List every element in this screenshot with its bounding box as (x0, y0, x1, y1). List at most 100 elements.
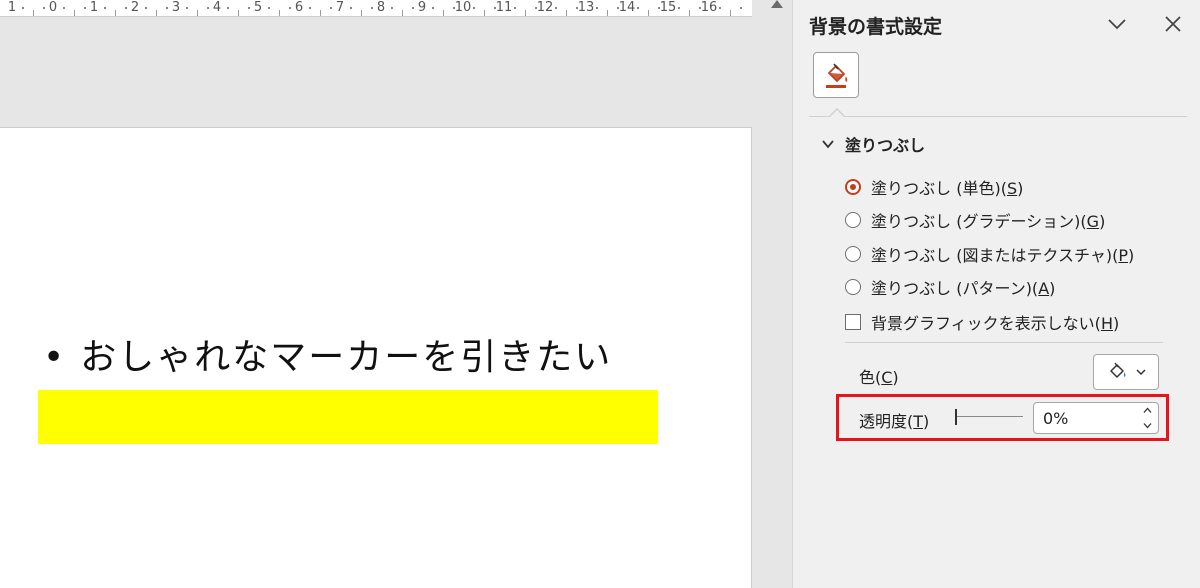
ruler-number: 2 (130, 0, 140, 15)
ruler-tick (596, 7, 598, 9)
ruler-tick (412, 7, 414, 9)
fill-option-picture[interactable]: 塗りつぶし (図またはテクスチャ)(P) (845, 242, 1134, 266)
ruler-tick (514, 7, 516, 9)
ruler-tick (484, 10, 485, 16)
ruler-tick (350, 7, 352, 9)
access-key: S (1006, 179, 1018, 198)
ruler-tick (248, 7, 250, 9)
hide-background-graphics[interactable]: 背景グラフィックを表示しない(H) (845, 310, 1119, 334)
ruler-tick (525, 10, 526, 16)
access-key: A (1038, 279, 1050, 298)
ruler-tick (402, 10, 403, 16)
bullet-text: おしゃれなマーカーを引きたい (80, 337, 613, 378)
label-suffix: ) (1099, 212, 1106, 231)
ruler-tick (289, 7, 291, 9)
fill-option-pattern[interactable]: 塗りつぶし (パターン)(A) (845, 275, 1055, 299)
bullet-text-line[interactable]: • おしゃれなマーカーを引きたい (43, 336, 612, 380)
ruler-tick (279, 10, 280, 16)
ruler-tick (473, 7, 475, 9)
ruler-tick (371, 7, 373, 9)
fill-option-picture-label: 塗りつぶし (図またはテクスチャ)(P) (871, 242, 1134, 266)
label-text: 色( (859, 368, 882, 387)
access-key: H (1100, 314, 1113, 333)
fill-option-gradient[interactable]: 塗りつぶし (グラデーション)(G) (845, 208, 1105, 232)
radio-gradient[interactable] (845, 212, 861, 228)
ruler-number: 0 (48, 0, 58, 15)
ruler-tick (432, 7, 434, 9)
ruler-number: 4 (212, 0, 222, 15)
ruler-tick (43, 7, 45, 9)
ruler-tick (197, 10, 198, 16)
ruler-tick (443, 10, 444, 16)
ruler-number: 8 (376, 0, 386, 15)
chevron-down-icon (1136, 369, 1146, 376)
ruler-number: 3 (171, 0, 181, 15)
ruler-number: 9 (417, 0, 427, 15)
label-text: 塗りつぶし (パターン)( (871, 279, 1039, 298)
ruler-tick (740, 7, 742, 9)
slide-canvas[interactable]: • おしゃれなマーカーを引きたい (0, 127, 752, 588)
color-picker-button[interactable] (1093, 354, 1159, 390)
fill-section-label: 塗りつぶし (845, 136, 926, 155)
pane-close-button[interactable] (1159, 10, 1187, 38)
powerpoint-window: 1 0 1 2 3 4 5 6 7 8 9 10 11 12 13 14 15 16 • おしゃれなマーカーを引きた… (0, 0, 1200, 588)
ruler-tick (238, 10, 239, 16)
ruler-tick (207, 7, 209, 9)
ruler-number: 6 (294, 0, 304, 15)
ruler-tick (268, 7, 270, 9)
scroll-up-arrow-icon[interactable] (771, 0, 783, 8)
ruler-number: 13 (577, 0, 595, 15)
hide-graphics-checkbox[interactable] (845, 314, 861, 330)
ruler-tick (555, 7, 557, 9)
fill-section-header[interactable]: 塗りつぶし (821, 132, 925, 156)
ruler-tick (648, 10, 649, 16)
ruler-number: 7 (335, 0, 345, 15)
horizontal-ruler[interactable]: 1 0 1 2 3 4 5 6 7 8 9 10 11 12 13 14 15 16 (0, 0, 752, 17)
ruler-tick (166, 7, 168, 9)
ruler-tick (309, 7, 311, 9)
red-highlight-box (836, 394, 1169, 441)
slide-editor: 1 0 1 2 3 4 5 6 7 8 9 10 11 12 13 14 15 16 • おしゃれなマーカーを引きた… (0, 0, 770, 588)
chevron-down-icon (822, 140, 834, 149)
label-suffix: ) (1017, 179, 1024, 198)
access-key: G (1086, 212, 1100, 231)
radio-picture[interactable] (845, 246, 861, 262)
ruler-tick (320, 10, 321, 16)
pane-title: 背景の書式設定 (809, 16, 943, 38)
ruler-tick (104, 7, 106, 9)
pane-options-button[interactable] (1103, 10, 1131, 38)
close-icon (1165, 16, 1181, 32)
paint-bucket-icon (826, 63, 848, 88)
fill-tab-button[interactable] (813, 52, 859, 98)
paint-bucket-icon (1110, 362, 1126, 378)
ruler-tick (145, 7, 147, 9)
ruler-tick (719, 7, 721, 9)
ruler-tick (156, 10, 157, 16)
ruler-tick (730, 10, 731, 16)
color-label: 色(C) (859, 364, 899, 388)
ruler-number: 11 (495, 0, 513, 15)
fill-option-pattern-label: 塗りつぶし (パターン)(A) (871, 275, 1055, 299)
ruler-number: 15 (659, 0, 677, 15)
radio-solid[interactable] (845, 179, 861, 195)
chevron-down-icon (1108, 19, 1126, 30)
ruler-number: 5 (253, 0, 263, 15)
ruler-tick (74, 10, 75, 16)
access-key: C (881, 368, 893, 387)
ruler-tick (607, 10, 608, 16)
ruler-number: 16 (700, 0, 718, 15)
fill-option-solid[interactable]: 塗りつぶし (単色)(S) (845, 175, 1023, 199)
yellow-marker-rectangle[interactable] (38, 390, 658, 444)
ruler-tick (678, 7, 680, 9)
fill-option-solid-label: 塗りつぶし (単色)(S) (871, 175, 1023, 199)
ruler-number: 10 (454, 0, 472, 15)
ruler-tick (115, 10, 116, 16)
label-suffix: ) (1128, 246, 1135, 265)
ruler-tick (227, 7, 229, 9)
vertical-scrollbar[interactable] (758, 0, 792, 588)
ruler-tick (361, 10, 362, 16)
radio-pattern[interactable] (845, 279, 861, 295)
label-suffix: ) (892, 368, 899, 387)
ruler-tick (33, 10, 34, 16)
ruler-tick (186, 7, 188, 9)
